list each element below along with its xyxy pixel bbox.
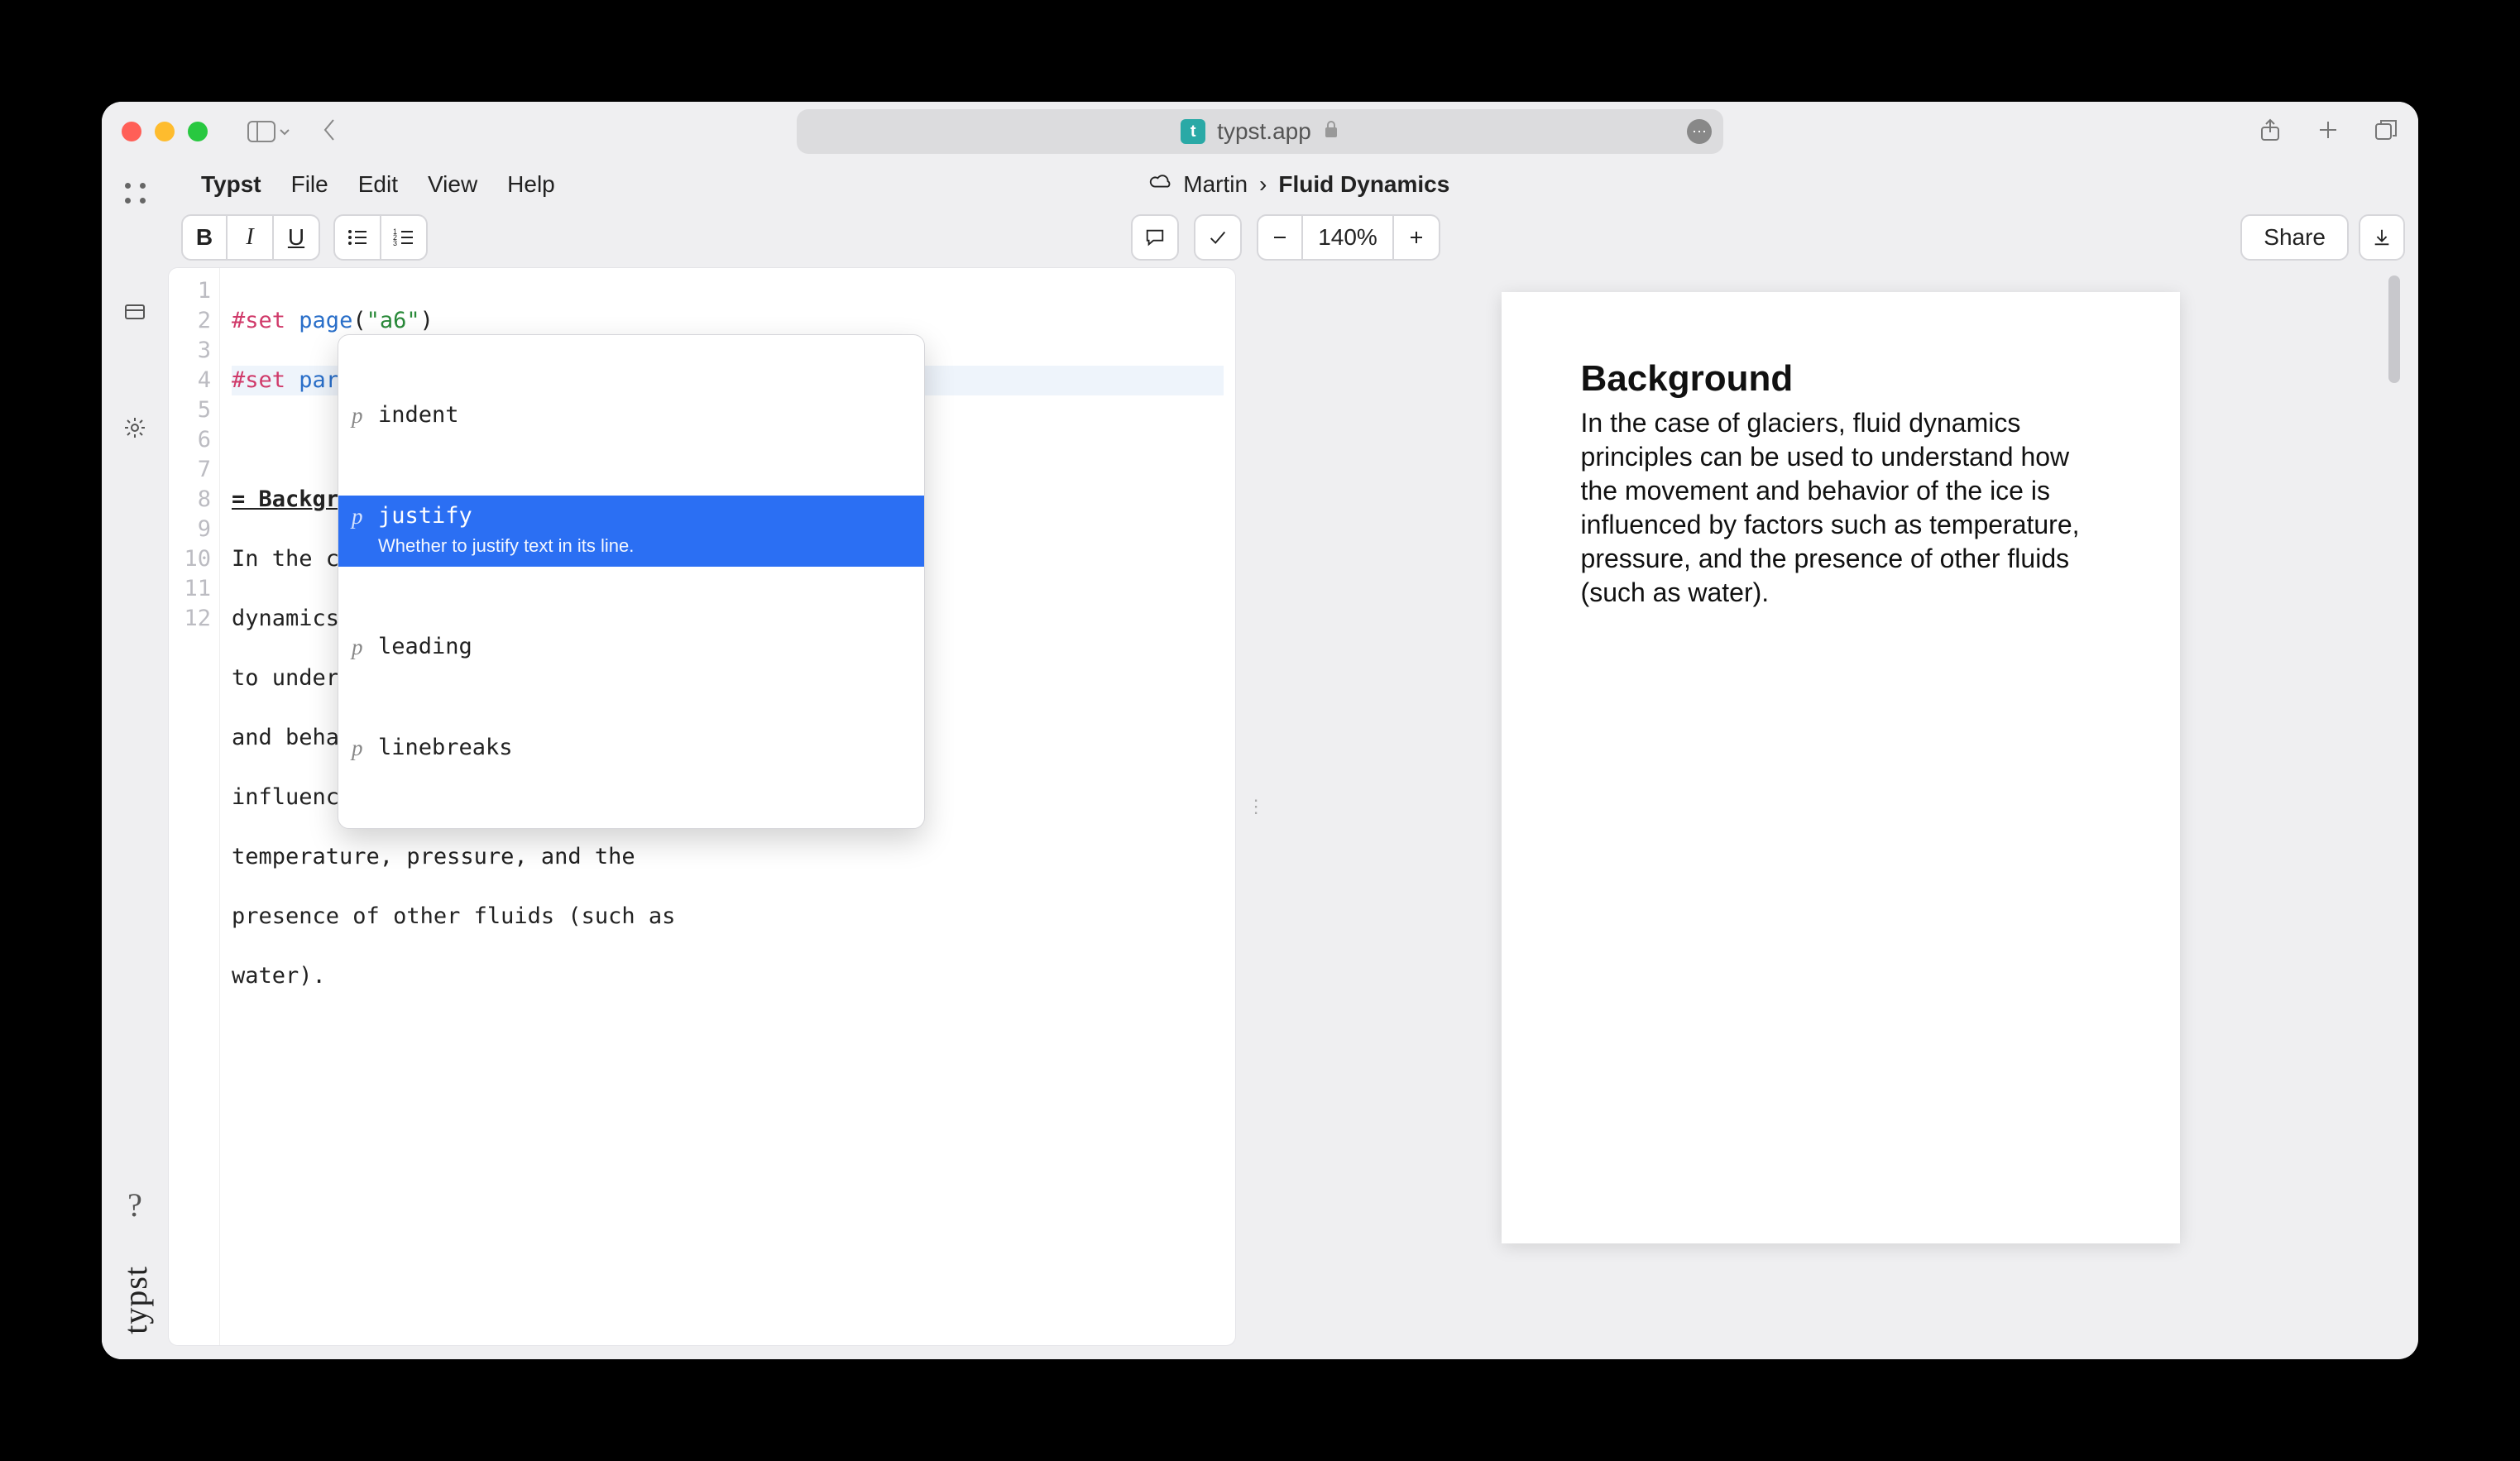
- app-body: ? typst Typst File Edit View Help Martin…: [102, 161, 2418, 1359]
- code-keyword: #set: [232, 367, 285, 393]
- autocomplete-item-indent[interactable]: p indent: [338, 395, 924, 436]
- autocomplete-description: Whether to justify text in its line.: [378, 532, 634, 560]
- list-group: 123: [333, 214, 428, 261]
- comment-button[interactable]: [1131, 214, 1179, 261]
- autocomplete-item-justify[interactable]: p justify Whether to justify text in its…: [338, 496, 924, 567]
- url-bar[interactable]: t typst.app ⋯: [797, 109, 1723, 154]
- code-function: page: [299, 308, 352, 333]
- menu-view[interactable]: View: [428, 171, 477, 198]
- menu-file[interactable]: File: [291, 171, 328, 198]
- chevron-right-icon: ›: [1259, 171, 1267, 198]
- sidebar-toggle-button[interactable]: [247, 121, 290, 142]
- bullet-list-button[interactable]: [333, 214, 381, 261]
- preview-scrollbar[interactable]: [2388, 275, 2402, 1338]
- workspace: 123456789101112 #set page("a6") #set par…: [168, 267, 2418, 1359]
- preview-body: In the case of glaciers, fluid dynamics …: [1581, 406, 2101, 610]
- new-tab-icon[interactable]: [2316, 117, 2340, 146]
- split-handle[interactable]: [1253, 267, 1259, 1346]
- autocomplete-label: justify: [378, 502, 634, 530]
- fullscreen-window-button[interactable]: [188, 122, 208, 141]
- tabs-icon[interactable]: [2374, 117, 2398, 146]
- autocomplete-item-leading[interactable]: p leading: [338, 626, 924, 668]
- typst-logo: typst: [116, 1266, 155, 1334]
- site-favicon: t: [1181, 119, 1205, 144]
- zoom-value[interactable]: 140%: [1303, 214, 1394, 261]
- preview-heading: Background: [1581, 358, 2101, 400]
- scrollbar-thumb[interactable]: [2388, 275, 2400, 383]
- url-text: typst.app: [1217, 118, 1311, 145]
- toolbar-right: Share: [2240, 214, 2405, 261]
- drag-handle-icon[interactable]: [125, 183, 146, 204]
- page-preview: Background In the case of glaciers, flui…: [1502, 292, 2180, 1243]
- code-content[interactable]: #set page("a6") #set par() = Background …: [220, 268, 1235, 1345]
- zoom-group: 140%: [1257, 214, 1440, 261]
- panel-icon[interactable]: [118, 295, 151, 328]
- autocomplete-item-linebreaks[interactable]: p linebreaks: [338, 727, 924, 769]
- menu-help[interactable]: Help: [507, 171, 555, 198]
- minimize-window-button[interactable]: [155, 122, 175, 141]
- share-icon[interactable]: [2258, 117, 2283, 146]
- window-controls: [122, 122, 208, 141]
- param-kind-icon: p: [352, 502, 367, 530]
- breadcrumb-document[interactable]: Fluid Dynamics: [1278, 171, 1449, 198]
- format-toolbar: B I U 123: [168, 208, 2418, 267]
- download-button[interactable]: [2359, 214, 2405, 261]
- main-area: Typst File Edit View Help Martin › Fluid…: [168, 161, 2418, 1359]
- param-kind-icon: p: [352, 633, 367, 661]
- underline-button[interactable]: U: [274, 214, 320, 261]
- param-kind-icon: p: [352, 401, 367, 429]
- code-editor[interactable]: 123456789101112 #set page("a6") #set par…: [168, 267, 1236, 1346]
- browser-window: t typst.app ⋯ ? ty: [102, 102, 2418, 1359]
- code-text: water).: [232, 961, 1224, 991]
- code-string: "a6": [367, 308, 420, 333]
- code-text: temperature, pressure, and the: [232, 842, 1224, 872]
- code-text: presence of other fluids (such as: [232, 902, 1224, 932]
- browser-toolbar-right: [2258, 117, 2398, 146]
- menu-brand[interactable]: Typst: [201, 171, 261, 198]
- line-gutter: 123456789101112: [169, 268, 220, 1345]
- zoom-out-button[interactable]: [1257, 214, 1303, 261]
- share-button[interactable]: Share: [2240, 214, 2349, 261]
- menu-edit[interactable]: Edit: [358, 171, 398, 198]
- settings-icon[interactable]: [118, 411, 151, 444]
- text-style-group: B I U: [181, 214, 320, 261]
- browser-titlebar: t typst.app ⋯: [102, 102, 2418, 161]
- autocomplete-label: linebreaks: [378, 734, 513, 762]
- lock-icon: [1323, 118, 1339, 145]
- preview-controls: 140%: [1131, 214, 1440, 261]
- breadcrumb: Martin › Fluid Dynamics: [1148, 171, 1449, 198]
- svg-text:3: 3: [393, 239, 397, 247]
- autocomplete-label: leading: [378, 633, 472, 661]
- autocomplete-label: indent: [378, 401, 459, 429]
- zoom-in-button[interactable]: [1394, 214, 1440, 261]
- preview-pane: Background In the case of glaciers, flui…: [1276, 267, 2405, 1346]
- help-icon[interactable]: ?: [127, 1186, 142, 1224]
- nav-back-button[interactable]: [322, 117, 338, 147]
- compile-button[interactable]: [1194, 214, 1242, 261]
- left-rail: ? typst: [102, 161, 168, 1359]
- autocomplete-popup: p indent p justify Whether to justify te…: [338, 334, 925, 829]
- close-window-button[interactable]: [122, 122, 141, 141]
- app-menubar: Typst File Edit View Help Martin › Fluid…: [168, 161, 2418, 208]
- code-function: par: [299, 367, 339, 393]
- numbered-list-button[interactable]: 123: [381, 214, 428, 261]
- breadcrumb-user[interactable]: Martin: [1183, 171, 1248, 198]
- site-menu-button[interactable]: ⋯: [1687, 119, 1712, 144]
- code-keyword: #set: [232, 308, 285, 333]
- bold-button[interactable]: B: [181, 214, 228, 261]
- cloud-icon: [1148, 173, 1171, 196]
- italic-button[interactable]: I: [228, 214, 274, 261]
- param-kind-icon: p: [352, 734, 367, 762]
